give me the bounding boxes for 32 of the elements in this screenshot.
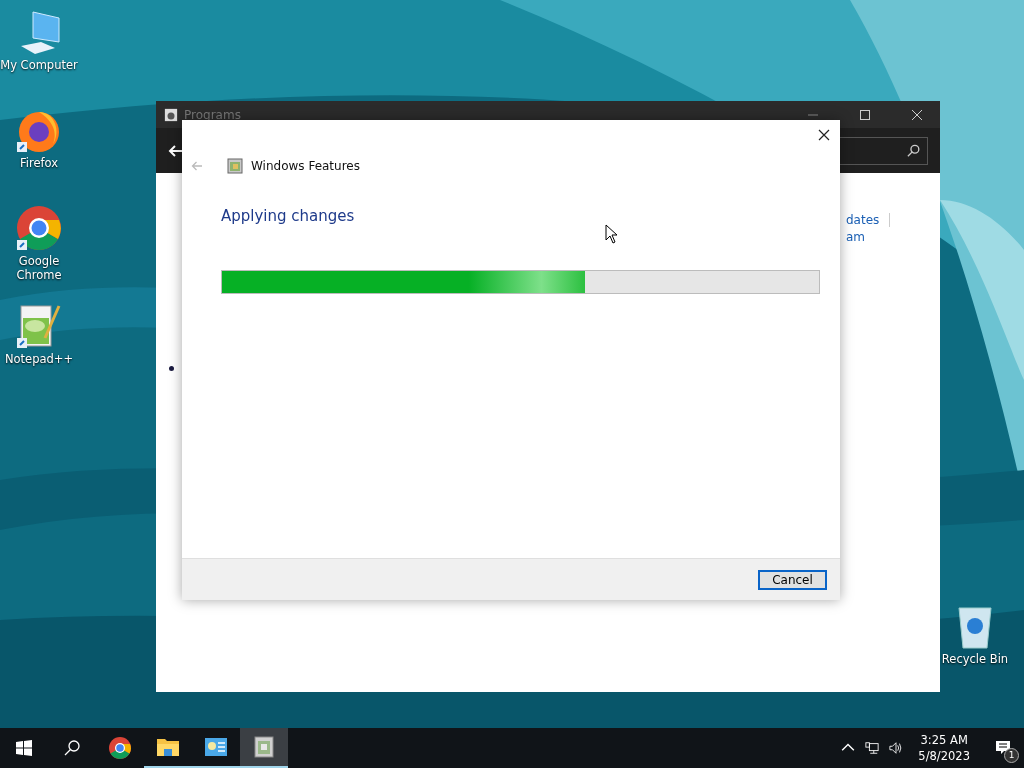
window-title: Programs: [184, 107, 241, 122]
features-icon[interactable]: [252, 735, 276, 759]
back-arrow-icon[interactable]: [168, 142, 184, 159]
search-icon: [907, 143, 921, 158]
volume-icon[interactable]: [889, 741, 904, 755]
link[interactable]: dates: [846, 213, 891, 227]
cancel-button[interactable]: Cancel: [758, 569, 827, 590]
icon-label[interactable]: Google Chrome: [0, 254, 78, 282]
icon-label[interactable]: Recycle Bin: [941, 652, 1009, 666]
features-icon: [227, 158, 243, 174]
chrome-icon[interactable]: [108, 736, 132, 760]
notification-icon[interactable]: [995, 740, 1011, 756]
icon-label[interactable]: Notepad++: [4, 352, 74, 366]
chrome-icon[interactable]: [15, 204, 63, 252]
link[interactable]: am: [846, 230, 891, 244]
clock-date[interactable]: 5/8/2023: [918, 748, 970, 764]
maximize-icon[interactable]: [860, 109, 870, 120]
close-icon[interactable]: [818, 129, 830, 141]
icon-label[interactable]: Firefox: [19, 156, 59, 170]
notification-badge: 1: [1004, 748, 1019, 763]
search-icon[interactable]: [64, 740, 80, 756]
windows-start-icon[interactable]: [16, 740, 32, 756]
notepad-icon[interactable]: [15, 302, 63, 350]
control-panel-icon[interactable]: [204, 735, 228, 759]
network-icon[interactable]: [865, 741, 880, 755]
bullet-dot: [169, 366, 174, 371]
clock-time[interactable]: 3:25 AM: [920, 732, 968, 748]
dialog-title: Windows Features: [251, 159, 360, 173]
icon-label[interactable]: My Computer: [0, 58, 78, 72]
control-panel-icon: [164, 107, 178, 122]
cursor-icon: [605, 224, 617, 244]
status-heading: Applying changes: [221, 207, 356, 225]
